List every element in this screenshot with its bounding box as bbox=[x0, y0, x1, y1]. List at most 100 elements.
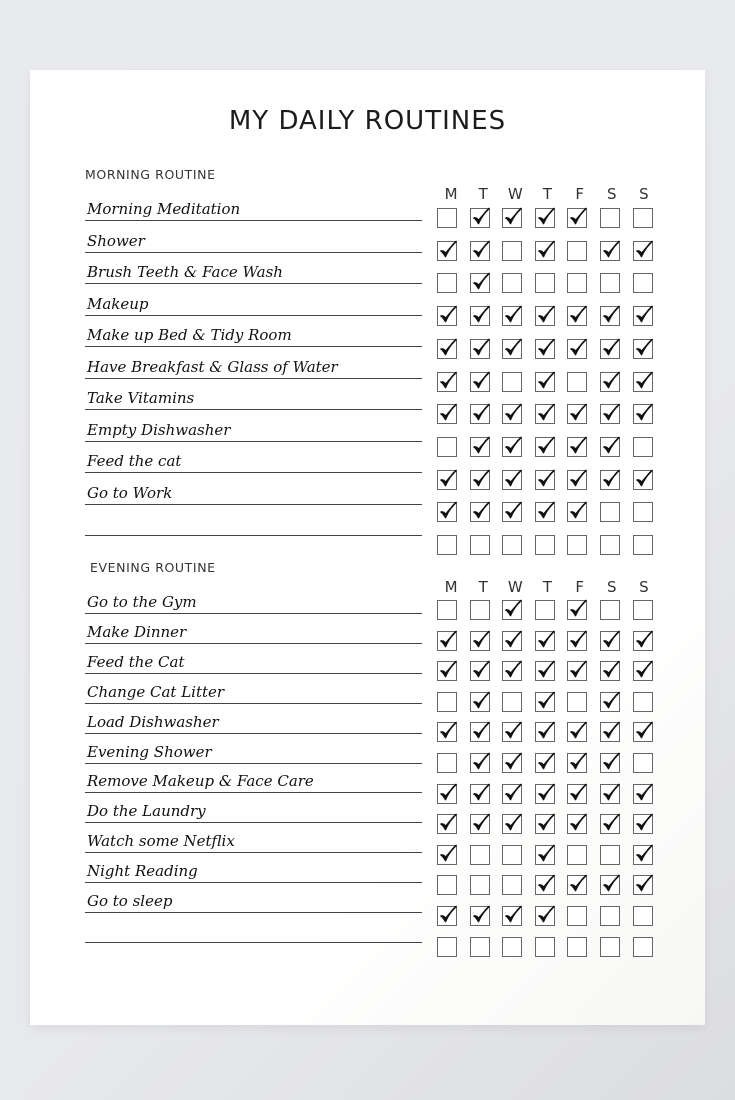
checkbox-checked[interactable] bbox=[437, 501, 457, 523]
task-line[interactable]: Makeup bbox=[85, 285, 422, 316]
task-line[interactable]: Feed the cat bbox=[85, 442, 422, 473]
checkbox-checked[interactable] bbox=[437, 371, 457, 392]
checkbox-empty[interactable] bbox=[567, 906, 588, 926]
checkbox-checked[interactable] bbox=[502, 905, 523, 926]
checkbox-checked[interactable] bbox=[599, 783, 620, 804]
checkbox-checked[interactable] bbox=[502, 469, 523, 490]
checkbox-checked[interactable] bbox=[502, 599, 523, 620]
checkbox-checked[interactable] bbox=[502, 436, 523, 457]
checkbox-empty[interactable] bbox=[437, 208, 457, 228]
checkbox-empty[interactable] bbox=[632, 208, 653, 228]
checkbox-checked[interactable] bbox=[469, 813, 490, 835]
checkbox-checked[interactable] bbox=[567, 599, 588, 620]
checkbox-checked[interactable] bbox=[534, 305, 555, 327]
checkbox-checked[interactable] bbox=[437, 813, 457, 835]
checkbox-checked[interactable] bbox=[599, 813, 620, 835]
checkbox-checked[interactable] bbox=[437, 905, 457, 926]
checkbox-checked[interactable] bbox=[437, 305, 457, 327]
checkbox-checked[interactable] bbox=[469, 501, 490, 523]
checkbox-empty[interactable] bbox=[534, 936, 555, 957]
checkbox-checked[interactable] bbox=[469, 273, 490, 294]
checkbox-empty[interactable] bbox=[534, 535, 555, 555]
checkbox-checked[interactable] bbox=[567, 338, 588, 359]
checkbox-checked[interactable] bbox=[502, 207, 523, 228]
checkbox-checked[interactable] bbox=[632, 875, 653, 896]
checkbox-checked[interactable] bbox=[469, 371, 490, 392]
checkbox-checked[interactable] bbox=[437, 722, 457, 743]
task-line[interactable]: Make Dinner bbox=[85, 613, 422, 644]
checkbox-checked[interactable] bbox=[567, 783, 588, 804]
checkbox-checked[interactable] bbox=[632, 469, 653, 490]
checkbox-checked[interactable] bbox=[502, 630, 523, 651]
checkbox-checked[interactable] bbox=[437, 783, 457, 804]
checkbox-checked[interactable] bbox=[534, 875, 555, 896]
checkbox-empty[interactable] bbox=[437, 936, 457, 957]
checkbox-checked[interactable] bbox=[599, 403, 620, 425]
checkbox-checked[interactable] bbox=[632, 403, 653, 425]
checkbox-checked[interactable] bbox=[534, 338, 555, 359]
checkbox-checked[interactable] bbox=[599, 305, 620, 327]
checkbox-empty[interactable] bbox=[469, 600, 490, 620]
checkbox-checked[interactable] bbox=[567, 813, 588, 835]
checkbox-checked[interactable] bbox=[632, 371, 653, 392]
checkbox-checked[interactable] bbox=[632, 305, 653, 327]
checkbox-checked[interactable] bbox=[534, 783, 555, 804]
checkbox-empty[interactable] bbox=[502, 844, 523, 865]
checkbox-checked[interactable] bbox=[599, 436, 620, 457]
checkbox-empty[interactable] bbox=[502, 240, 523, 261]
checkbox-empty[interactable] bbox=[567, 844, 588, 865]
checkbox-checked[interactable] bbox=[437, 844, 457, 865]
task-line[interactable]: Change Cat Litter bbox=[85, 673, 422, 704]
checkbox-checked[interactable] bbox=[502, 813, 523, 835]
checkbox-checked[interactable] bbox=[632, 783, 653, 804]
checkbox-checked[interactable] bbox=[567, 436, 588, 457]
task-line[interactable]: Go to the Gym bbox=[85, 583, 422, 614]
checkbox-empty[interactable] bbox=[437, 600, 457, 620]
task-line[interactable]: Remove Makeup & Face Care bbox=[85, 762, 422, 794]
task-line[interactable]: Feed the Cat bbox=[85, 643, 422, 674]
checkbox-checked[interactable] bbox=[567, 660, 588, 682]
checkbox-checked[interactable] bbox=[534, 722, 555, 743]
task-line[interactable]: Load Dishwasher bbox=[85, 703, 422, 734]
checkbox-checked[interactable] bbox=[567, 875, 588, 896]
checkbox-checked[interactable] bbox=[469, 436, 490, 457]
checkbox-empty[interactable] bbox=[534, 273, 555, 294]
task-line[interactable]: Do the Laundry bbox=[85, 792, 422, 824]
task-line[interactable]: Go to sleep bbox=[85, 882, 422, 913]
checkbox-checked[interactable] bbox=[469, 630, 490, 651]
checkbox-empty[interactable] bbox=[567, 240, 588, 261]
checkbox-checked[interactable] bbox=[534, 813, 555, 835]
checkbox-empty[interactable] bbox=[502, 875, 523, 896]
checkbox-checked[interactable] bbox=[632, 660, 653, 682]
checkbox-checked[interactable] bbox=[469, 783, 490, 804]
task-line[interactable]: Night Reading bbox=[85, 852, 422, 884]
checkbox-empty[interactable] bbox=[534, 600, 555, 620]
checkbox-empty[interactable] bbox=[437, 535, 457, 555]
checkbox-checked[interactable] bbox=[437, 469, 457, 490]
checkbox-checked[interactable] bbox=[567, 305, 588, 327]
checkbox-checked[interactable] bbox=[437, 660, 457, 682]
checkbox-checked[interactable] bbox=[469, 207, 490, 228]
checkbox-empty[interactable] bbox=[599, 906, 620, 926]
checkbox-checked[interactable] bbox=[469, 660, 490, 682]
checkbox-empty[interactable] bbox=[632, 273, 653, 294]
checkbox-checked[interactable] bbox=[502, 501, 523, 523]
task-line[interactable]: Shower bbox=[85, 222, 422, 253]
checkbox-empty[interactable] bbox=[437, 436, 457, 457]
checkbox-empty[interactable] bbox=[502, 273, 523, 294]
checkbox-checked[interactable] bbox=[534, 207, 555, 228]
checkbox-checked[interactable] bbox=[567, 752, 588, 773]
checkbox-checked[interactable] bbox=[534, 501, 555, 523]
checkbox-checked[interactable] bbox=[599, 469, 620, 490]
checkbox-empty[interactable] bbox=[632, 691, 653, 712]
checkbox-checked[interactable] bbox=[502, 660, 523, 682]
checkbox-checked[interactable] bbox=[599, 371, 620, 392]
checkbox-checked[interactable] bbox=[632, 844, 653, 865]
checkbox-empty[interactable] bbox=[469, 844, 490, 865]
checkbox-checked[interactable] bbox=[567, 403, 588, 425]
checkbox-checked[interactable] bbox=[502, 752, 523, 773]
checkbox-checked[interactable] bbox=[632, 630, 653, 651]
task-line[interactable] bbox=[85, 912, 422, 943]
checkbox-empty[interactable] bbox=[502, 936, 523, 957]
checkbox-empty[interactable] bbox=[632, 436, 653, 457]
